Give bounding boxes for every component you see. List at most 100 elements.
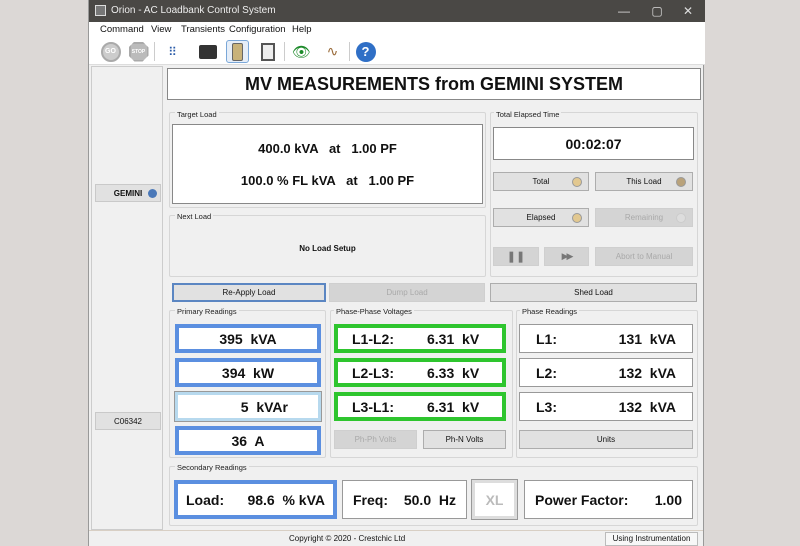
remaining-button[interactable]: Remaining xyxy=(595,208,693,227)
maximize-button[interactable]: ▢ xyxy=(642,3,672,19)
phase-l1: L1: 131 kVA xyxy=(519,324,693,353)
toolbar: GO STOP ⠿ 👁 ∿ ? xyxy=(89,38,705,65)
minimize-button[interactable]: — xyxy=(609,3,639,19)
led-icon xyxy=(572,177,582,187)
primary-kvar: 5 kVAr xyxy=(174,391,322,422)
help-icon: ? xyxy=(355,41,376,62)
menu-view[interactable]: View xyxy=(151,24,171,35)
monitor-button[interactable]: 👁 xyxy=(290,40,313,63)
menu-command[interactable]: Command xyxy=(100,24,144,35)
status-led-icon xyxy=(148,189,157,198)
ph-n-volts-button[interactable]: Ph-N Volts xyxy=(423,430,506,449)
page-title: MV MEASUREMENTS from GEMINI SYSTEM xyxy=(167,68,701,100)
fast-forward-button[interactable]: ▶▶ xyxy=(544,247,589,266)
system-gemini-button[interactable]: GEMINI xyxy=(95,184,161,202)
row-name: L1: xyxy=(536,330,557,347)
stop-icon: STOP xyxy=(128,41,149,62)
mode-status: Using Instrumentation xyxy=(605,532,698,546)
total-label: Total xyxy=(532,177,550,186)
this-load-button[interactable]: This Load xyxy=(595,172,693,191)
load-value: 98.6 % kVA xyxy=(247,491,325,508)
loadbank-button[interactable] xyxy=(196,40,219,63)
phase-phase-label: Phase-Phase Voltages xyxy=(334,307,414,316)
total-button[interactable]: Total xyxy=(493,172,589,191)
monitor-eye-icon: 👁 xyxy=(291,43,312,61)
row-name: L3-L1: xyxy=(352,398,394,415)
report-button[interactable] xyxy=(256,40,279,63)
row-name: L2-L3: xyxy=(352,364,394,381)
waveform-button[interactable]: ∿ xyxy=(321,40,344,63)
elapsed-label: Elapsed xyxy=(526,213,556,222)
led-icon xyxy=(676,177,686,187)
title-bar: Orion - AC Loadbank Control System — ▢ ✕ xyxy=(89,0,705,22)
units-button[interactable]: Units xyxy=(519,430,693,449)
system-name: GEMINI xyxy=(113,188,143,198)
serial-number-button[interactable]: C06342 xyxy=(95,412,161,430)
elapsed-time-label: Total Elapsed Time xyxy=(494,110,562,119)
status-bar: Copyright © 2020 - Crestchic Ltd Using I… xyxy=(89,530,703,546)
instrumentation-icon xyxy=(232,42,243,61)
target-load-display: 400.0 kVA at 1.00 PF 100.0 % FL kVA at 1… xyxy=(172,124,483,204)
shed-load-button[interactable]: Shed Load xyxy=(490,283,697,302)
menu-configuration[interactable]: Configuration xyxy=(229,24,286,35)
row-name: L2: xyxy=(536,364,557,381)
next-load-text: No Load Setup xyxy=(299,244,356,253)
phase-readings-label: Phase Readings xyxy=(520,307,580,316)
row-value: 131 kVA xyxy=(618,330,676,347)
elapsed-time-display: 00:02:07 xyxy=(493,127,694,160)
abort-to-manual-button[interactable]: Abort to Manual xyxy=(595,247,693,266)
copyright-text: Copyright © 2020 - Crestchic Ltd xyxy=(289,534,406,543)
close-button[interactable]: ✕ xyxy=(673,3,703,19)
primary-current: 36 A xyxy=(175,426,321,455)
help-button[interactable]: ? xyxy=(354,40,377,63)
led-icon xyxy=(572,213,582,223)
primary-kva: 395 kVA xyxy=(175,324,321,353)
row-value: 6.31 kV xyxy=(427,398,480,415)
pause-button[interactable]: ❚❚ xyxy=(493,247,539,266)
keypad-button[interactable]: ⠿ xyxy=(161,40,184,63)
row-value: 6.33 kV xyxy=(427,364,480,381)
keypad-icon: ⠿ xyxy=(168,44,177,59)
row-name: L3: xyxy=(536,398,557,415)
load-name: Load: xyxy=(186,491,225,508)
toolbar-separator xyxy=(154,42,155,61)
waveform-icon: ∿ xyxy=(326,43,339,59)
target-kva: 400.0 kVA at 1.00 PF xyxy=(258,141,397,156)
pf-name: Power Factor: xyxy=(535,491,629,508)
led-icon xyxy=(676,213,686,223)
power-factor-reading: Power Factor: 1.00 xyxy=(524,480,693,519)
phase-l2: L2: 132 kVA xyxy=(519,358,693,387)
row-value: 6.31 kV xyxy=(427,330,480,347)
menu-transients[interactable]: Transients xyxy=(181,24,225,35)
elapsed-button[interactable]: Elapsed xyxy=(493,208,589,227)
row-name: L1-L2: xyxy=(352,330,394,347)
app-icon xyxy=(95,5,106,16)
secondary-readings-label: Secondary Readings xyxy=(175,463,249,472)
xl-indicator: XL xyxy=(471,479,518,520)
window-title: Orion - AC Loadbank Control System xyxy=(111,5,276,16)
voltage-l2-l3: L2-L3: 6.33 kV xyxy=(334,358,506,387)
system-sidebar: GEMINI C06342 xyxy=(91,66,163,530)
target-load-label: Target Load xyxy=(175,110,219,119)
dump-load-button[interactable]: Dump Load xyxy=(329,283,485,302)
row-value: 132 kVA xyxy=(618,398,676,415)
go-icon: GO xyxy=(100,41,121,62)
toolbar-separator xyxy=(349,42,350,61)
frequency-reading: Freq: 50.0 Hz xyxy=(342,480,467,519)
phase-l3: L3: 132 kVA xyxy=(519,392,693,421)
this-load-label: This Load xyxy=(626,177,662,186)
reapply-load-button[interactable]: Re-Apply Load xyxy=(172,283,326,302)
app-window: Orion - AC Loadbank Control System — ▢ ✕… xyxy=(88,0,705,546)
primary-kw: 394 kW xyxy=(175,358,321,387)
go-button[interactable]: GO xyxy=(99,40,122,63)
loadbank-icon xyxy=(198,44,217,59)
freq-value: 50.0 Hz xyxy=(403,491,456,508)
menu-help[interactable]: Help xyxy=(292,24,312,35)
remaining-label: Remaining xyxy=(624,213,664,222)
next-load-label: Next Load xyxy=(175,212,214,221)
target-percent: 100.0 % FL kVA at 1.00 PF xyxy=(240,173,415,188)
report-icon xyxy=(260,42,275,61)
stop-button[interactable]: STOP xyxy=(127,40,150,63)
ph-ph-volts-button[interactable]: Ph-Ph Volts xyxy=(334,430,417,449)
instrumentation-button[interactable] xyxy=(226,40,249,63)
